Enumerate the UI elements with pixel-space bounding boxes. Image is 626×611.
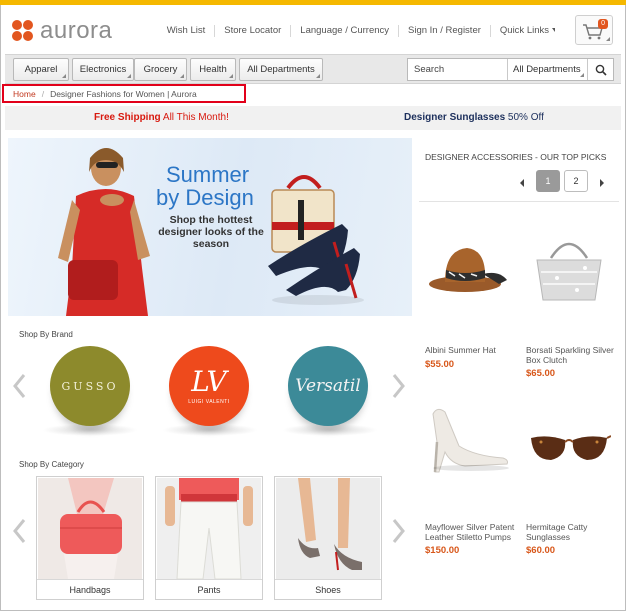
logo-icon — [12, 20, 34, 42]
category-label: Pants — [156, 579, 262, 599]
category-next-arrow[interactable] — [392, 518, 406, 544]
promo-strong: Designer Sunglasses — [404, 112, 506, 123]
brand-prev-arrow[interactable] — [12, 373, 26, 399]
promo-strong: Free Shipping — [94, 112, 161, 123]
search-icon — [595, 64, 607, 76]
dropdown-corner-icon — [229, 74, 233, 78]
logo[interactable]: aurora — [12, 17, 113, 44]
sign-in-register-link[interactable]: Sign In / Register — [398, 25, 490, 37]
product-price-pumps: $150.00 — [425, 545, 460, 556]
promo-text: 50% Off — [505, 112, 544, 123]
quick-links-menu[interactable]: Quick Links — [489, 25, 564, 37]
brand-lv-subtext: LUIGI VALENTI — [188, 398, 230, 405]
brand-versatil-logo: Versatil — [295, 376, 361, 396]
cart-button[interactable]: 0 — [575, 15, 613, 45]
free-shipping-promo[interactable]: Free Shipping All This Month! — [94, 112, 229, 123]
store-locator-link[interactable]: Store Locator — [214, 25, 290, 37]
product-price-hat: $55.00 — [425, 359, 455, 370]
product-name-clutch[interactable]: Borsati Sparkling Silver Box Clutch — [526, 345, 614, 365]
search-department-label: All Departments — [513, 64, 581, 75]
brand-versatil[interactable]: Versatil — [288, 346, 368, 426]
nav-electronics[interactable]: Electronics — [72, 58, 134, 81]
hero-subtitle: Shop the hottest designer looks of the s… — [158, 214, 264, 250]
wish-list-link[interactable]: Wish List — [158, 25, 215, 37]
brand-gusso-logo: GUSSO — [61, 379, 119, 393]
breadcrumb-current: Designer Fashions for Women | Aurora — [50, 88, 197, 99]
nav-label: Electronics — [79, 64, 127, 75]
utility-nav: Wish List Store Locator Language / Curre… — [158, 25, 564, 37]
search-button[interactable] — [588, 59, 613, 80]
department-nav: Apparel Electronics Grocery Health All D… — [5, 54, 621, 84]
shop-by-category-label: Shop By Category — [19, 460, 84, 469]
pants-image — [157, 478, 261, 579]
top-picks-divider — [419, 201, 619, 202]
language-currency-link[interactable]: Language / Currency — [290, 25, 398, 37]
page-2-button[interactable]: 2 — [564, 170, 588, 192]
breadcrumb-separator: / — [41, 88, 45, 99]
category-shoes[interactable]: Shoes — [274, 476, 382, 600]
nav-health[interactable]: Health — [190, 58, 236, 81]
dropdown-corner-icon — [62, 74, 66, 78]
hero-title-line2: by Design — [156, 185, 254, 210]
chevron-right-icon[interactable] — [597, 178, 607, 188]
dropdown-corner-icon — [127, 74, 131, 78]
product-name-pumps[interactable]: Mayflower Silver Patent Leather Stiletto… — [425, 522, 517, 542]
category-label: Handbags — [37, 579, 143, 599]
page-1-button[interactable]: 1 — [536, 170, 560, 192]
brand-gusso[interactable]: GUSSO — [50, 346, 130, 426]
nav-label: Health — [199, 64, 227, 75]
hero-banner[interactable]: Summer by Design Shop the hottest design… — [8, 138, 412, 316]
breadcrumb: Home / Designer Fashions for Women | Aur… — [2, 84, 246, 103]
brand-lv-logo: LV — [191, 364, 227, 398]
product-image-clutch[interactable] — [527, 232, 611, 304]
sunglasses-promo[interactable]: Designer Sunglasses 50% Off — [404, 112, 544, 123]
top-picks-title: DESIGNER ACCESSORIES - OUR TOP PICKS — [425, 152, 607, 162]
product-price-clutch: $65.00 — [526, 368, 556, 379]
search-bar: All Departments — [407, 58, 614, 81]
category-handbags[interactable]: Handbags — [36, 476, 144, 600]
nav-label: Grocery — [143, 64, 178, 75]
caret-down-icon — [552, 28, 555, 33]
product-name-sunglasses[interactable]: Hermitage Catty Sunglasses — [526, 522, 614, 542]
dropdown-corner-icon — [316, 74, 320, 78]
breadcrumb-home-link[interactable]: Home — [13, 89, 36, 99]
product-name-hat[interactable]: Albini Summer Hat — [425, 345, 515, 355]
handbags-image — [38, 478, 142, 579]
search-input[interactable] — [408, 59, 508, 80]
dropdown-corner-icon — [180, 74, 184, 78]
cart-count-badge: 0 — [598, 19, 608, 29]
nav-all-departments[interactable]: All Departments — [239, 58, 323, 81]
brand-luigi-valenti[interactable]: LV LUIGI VALENTI — [169, 346, 249, 426]
logo-text: aurora — [40, 17, 113, 44]
promo-text: All This Month! — [160, 112, 229, 123]
shoes-image — [276, 478, 380, 579]
product-image-pumps[interactable] — [425, 402, 513, 474]
dropdown-corner-icon — [580, 73, 584, 77]
product-image-hat[interactable] — [425, 240, 513, 296]
top-accent-bar — [0, 0, 626, 5]
shop-by-brand-label: Shop By Brand — [19, 330, 73, 339]
chevron-left-icon[interactable] — [517, 178, 527, 188]
category-pants[interactable]: Pants — [155, 476, 263, 600]
quick-links-label: Quick Links — [499, 25, 549, 36]
nav-grocery[interactable]: Grocery — [134, 58, 187, 81]
brand-next-arrow[interactable] — [392, 373, 406, 399]
nav-apparel[interactable]: Apparel — [13, 58, 69, 81]
product-price-sunglasses: $60.00 — [526, 545, 556, 556]
nav-label: Apparel — [24, 64, 58, 75]
category-label: Shoes — [275, 579, 381, 599]
category-prev-arrow[interactable] — [12, 518, 26, 544]
search-department-select[interactable]: All Departments — [508, 59, 588, 80]
nav-label: All Departments — [247, 64, 315, 75]
promo-strip: Free Shipping All This Month! Designer S… — [5, 106, 621, 130]
product-image-sunglasses[interactable] — [527, 430, 611, 470]
